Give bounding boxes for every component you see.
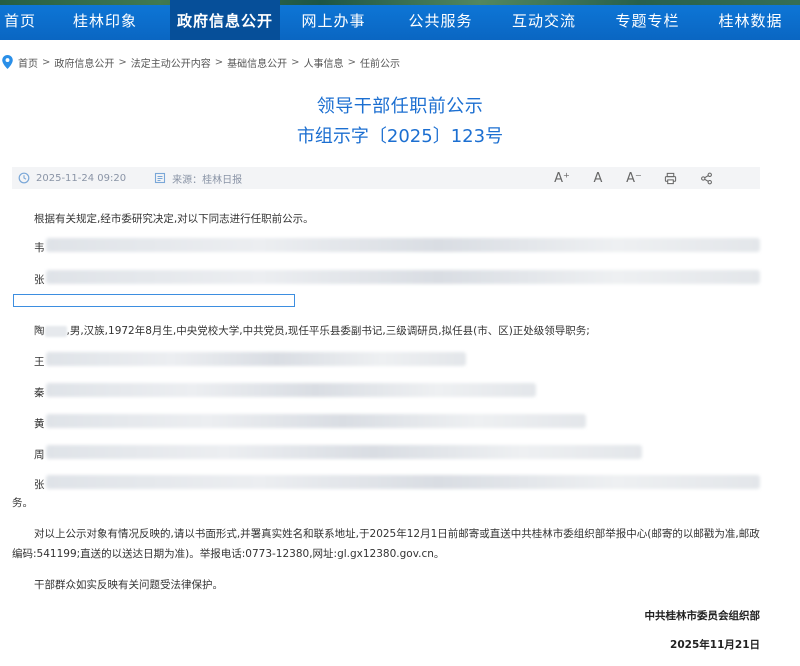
signature-date: 2025年11月21日 [670, 639, 760, 651]
person-name-initial: 张 [34, 274, 45, 286]
font-decrease-button[interactable]: A⁻ [616, 167, 652, 189]
print-button[interactable] [652, 167, 688, 189]
breadcrumb-separator: > [42, 56, 51, 68]
person-detail: ,男,汉族,1972年8月生,中央党校大学,中共党员,现任平乐县委副书记,三级调… [66, 325, 590, 337]
person-name-initial: 韦 [34, 242, 45, 254]
article-doc-number: 市组示字〔2025〕123号 [296, 126, 504, 147]
article-source: 来源：桂林日报 [172, 174, 243, 186]
breadcrumb-basic-info[interactable]: 基础信息公开 [227, 55, 287, 70]
breadcrumb-gov-info[interactable]: 政府信息公开 [54, 55, 114, 70]
person-paragraph: 陶 ,男,汉族,1972年8月生,中央党校大学,中共党员,现任平乐县委副书记,三级… [34, 323, 590, 338]
redacted-text [46, 352, 466, 366]
contact-paragraph-line2: 编码:541199;直送的以送达日期为准)。举报电话:0773-12380,网址… [12, 548, 445, 560]
article-meta-bar: 2025-11-24 09:20 来源：桂林日报 A⁺ A A⁻ [12, 167, 760, 189]
person-name-initial: 秦 [34, 387, 45, 399]
redacted-text [46, 383, 536, 397]
nav-item-guilin-impression[interactable]: 桂林印象 [40, 0, 170, 40]
redacted-name [44, 325, 67, 337]
redacted-text [46, 238, 760, 252]
breadcrumb-separator: > [118, 56, 127, 68]
signature-org: 中共桂林市委员会组织部 [644, 610, 761, 622]
contact-paragraph-line1: 对以上公示对象有情况反映的,请以书面形式,并署真实姓名和联系地址,于2025年1… [34, 528, 760, 540]
article-title: 领导干部任职前公示 [316, 96, 484, 117]
article-tools: A⁺ A A⁻ [544, 167, 724, 189]
clock-icon [18, 172, 30, 184]
nav-item-gov-info[interactable]: 政府信息公开 [170, 0, 280, 40]
person-name-initial: 黄 [34, 418, 45, 430]
font-normal-button[interactable]: A [580, 167, 616, 189]
top-nav: 首页 桂林印象 政府信息公开 网上办事 公共服务 互动交流 专题专栏 桂林数据 [0, 0, 800, 40]
document-icon [155, 172, 166, 184]
breadcrumb-separator: > [291, 56, 300, 68]
person-name-initial: 张 [34, 479, 45, 491]
share-icon [700, 172, 712, 184]
breadcrumb-statutory[interactable]: 法定主动公开内容 [131, 55, 211, 70]
redacted-text [46, 270, 760, 284]
nav-item-interaction[interactable]: 互动交流 [494, 0, 594, 40]
breadcrumb: 首页 > 政府信息公开 > 法定主动公开内容 > 基础信息公开 > 人事信息 >… [2, 54, 400, 70]
person-name-initial: 王 [34, 356, 45, 368]
breadcrumb-personnel[interactable]: 人事信息 [304, 55, 344, 70]
publish-date: 2025-11-24 09:20 [36, 172, 127, 184]
person-name-initial: 周 [34, 449, 45, 461]
text-selection-box [13, 294, 295, 307]
trailing-text: 务。 [12, 497, 33, 509]
nav-item-special-topics[interactable]: 专题专栏 [594, 0, 701, 40]
protection-statement: 干部群众如实反映有关问题受法律保护。 [34, 579, 223, 591]
redacted-text [46, 475, 760, 489]
font-increase-button[interactable]: A⁺ [544, 167, 580, 189]
nav-item-home[interactable]: 首页 [0, 0, 40, 40]
nav-item-public-service[interactable]: 公共服务 [387, 0, 494, 40]
breadcrumb-separator: > [214, 56, 224, 68]
printer-icon [664, 172, 676, 184]
intro-paragraph: 根据有关规定,经市委研究决定,对以下同志进行任职前公示。 [34, 213, 314, 225]
breadcrumb-separator: > [347, 56, 356, 68]
breadcrumb-home[interactable]: 首页 [18, 55, 38, 70]
person-name-initial: 陶 [34, 325, 45, 337]
nav-item-online-service[interactable]: 网上办事 [280, 0, 387, 40]
nav-item-guilin-data[interactable]: 桂林数据 [701, 0, 800, 40]
redacted-text [46, 445, 642, 459]
share-button[interactable] [688, 167, 724, 189]
redacted-text [46, 414, 586, 428]
breadcrumb-pre-appointment[interactable]: 任前公示 [360, 55, 400, 70]
location-pin-icon [2, 55, 13, 69]
